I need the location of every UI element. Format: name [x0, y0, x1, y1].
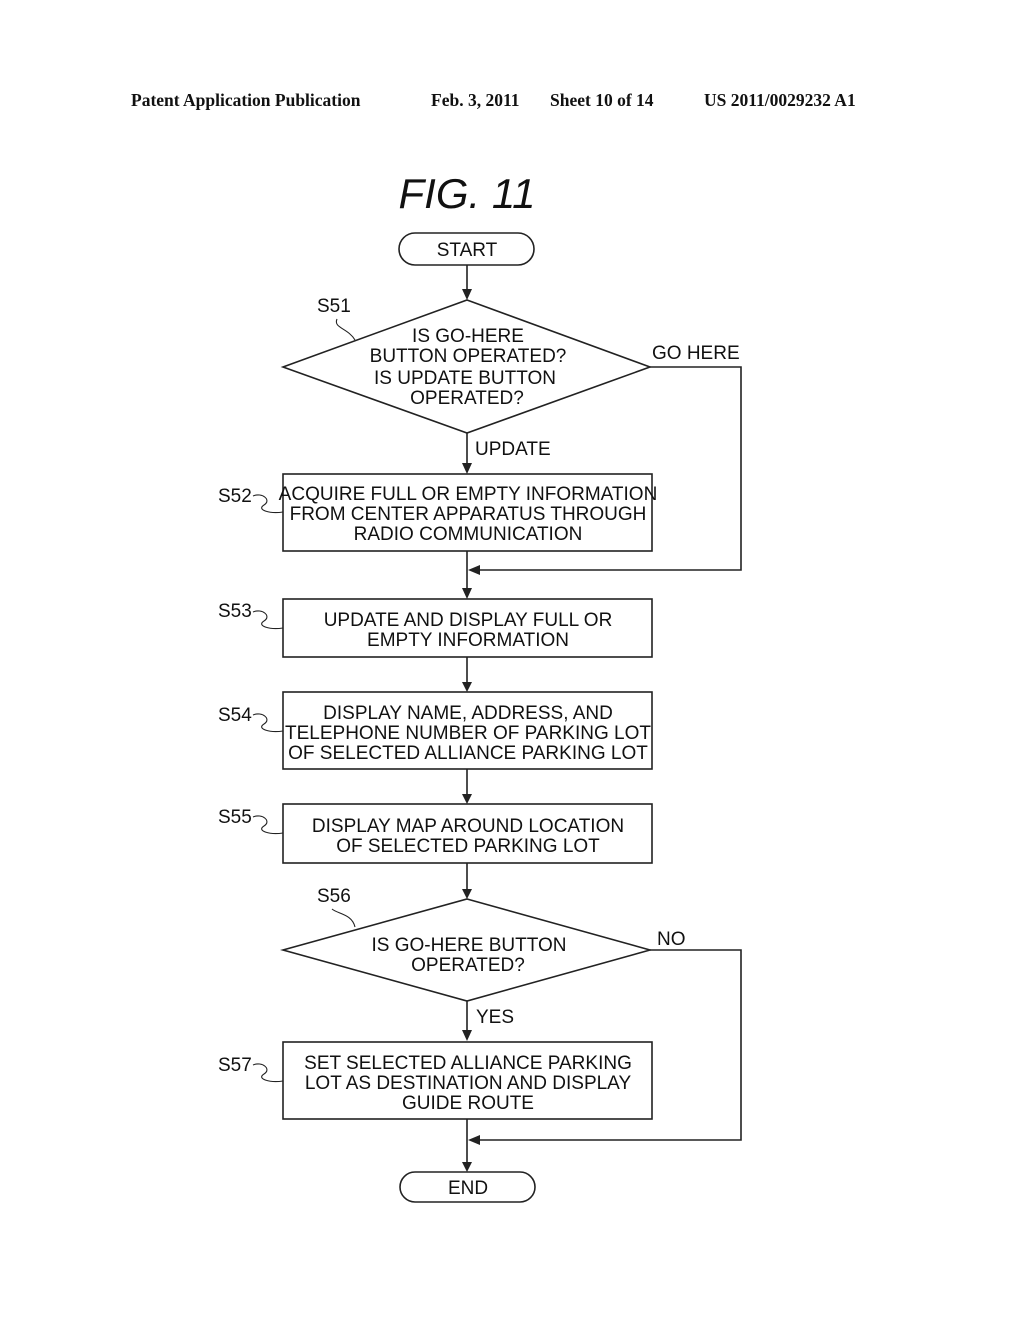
leader-s54	[252, 713, 284, 733]
decision-s56-text: IS GO-HERE BUTTON	[372, 935, 567, 956]
leader-s57	[252, 1063, 284, 1083]
decision-s51-text: OPERATED?	[410, 388, 524, 409]
arrowhead	[468, 1135, 480, 1145]
arrowhead	[462, 682, 472, 692]
process-s55-text: DISPLAY MAP AROUND LOCATION	[312, 816, 624, 837]
arrowhead	[462, 289, 472, 300]
process-s57-text: LOT AS DESTINATION AND DISPLAY	[305, 1073, 632, 1094]
leader-s53	[252, 610, 284, 630]
step-label-s54: S54	[218, 705, 252, 726]
decision-s51-text: BUTTON OPERATED?	[370, 346, 567, 367]
leader-s51	[335, 318, 356, 341]
leader-s55	[252, 815, 284, 835]
process-s52-text: FROM CENTER APPARATUS THROUGH	[290, 504, 647, 525]
arrowhead	[462, 463, 472, 474]
step-label-s57: S57	[218, 1055, 252, 1076]
process-s52-text: ACQUIRE FULL OR EMPTY INFORMATION	[279, 484, 658, 505]
process-s54-text: DISPLAY NAME, ADDRESS, AND	[323, 703, 613, 724]
figure-title: FIG. 11	[399, 170, 536, 217]
process-s55-text: OF SELECTED PARKING LOT	[336, 836, 600, 857]
process-s53-text: EMPTY INFORMATION	[367, 630, 569, 651]
arrowhead	[462, 794, 472, 804]
process-s54-text: OF SELECTED ALLIANCE PARKING LOT	[288, 743, 648, 764]
process-s54-text: TELEPHONE NUMBER OF PARKING LOT	[285, 723, 651, 744]
decision-s51-text: IS UPDATE BUTTON	[374, 368, 556, 389]
arrowhead	[462, 1030, 472, 1041]
step-label-s56: S56	[317, 886, 351, 907]
process-s53-text: UPDATE AND DISPLAY FULL OR	[324, 610, 613, 631]
arrowhead	[462, 588, 472, 599]
arrowhead	[462, 1162, 472, 1172]
decision-s56-text: OPERATED?	[411, 955, 525, 976]
process-s52-text: RADIO COMMUNICATION	[354, 524, 583, 545]
step-label-s53: S53	[218, 601, 252, 622]
arrowhead	[462, 889, 472, 899]
decision-s51-text: IS GO-HERE	[412, 326, 524, 347]
arrowhead	[468, 565, 480, 575]
step-label-s55: S55	[218, 807, 252, 828]
step-label-s52: S52	[218, 486, 252, 507]
edge-label-update: UPDATE	[475, 439, 551, 460]
edge-label-yes: YES	[476, 1007, 514, 1028]
process-s57-text: SET SELECTED ALLIANCE PARKING	[304, 1053, 632, 1074]
end-label: END	[448, 1178, 488, 1199]
edge-label-no: NO	[657, 929, 686, 950]
leader-s56	[331, 908, 356, 928]
start-label: START	[437, 240, 498, 261]
step-label-s51: S51	[317, 296, 351, 317]
flowchart: FIG. 11 START S51 IS GO-HERE BUTTON OPER…	[218, 170, 742, 1203]
edge-label-go-here: GO HERE	[652, 343, 740, 364]
process-s57-text: GUIDE ROUTE	[402, 1093, 534, 1114]
